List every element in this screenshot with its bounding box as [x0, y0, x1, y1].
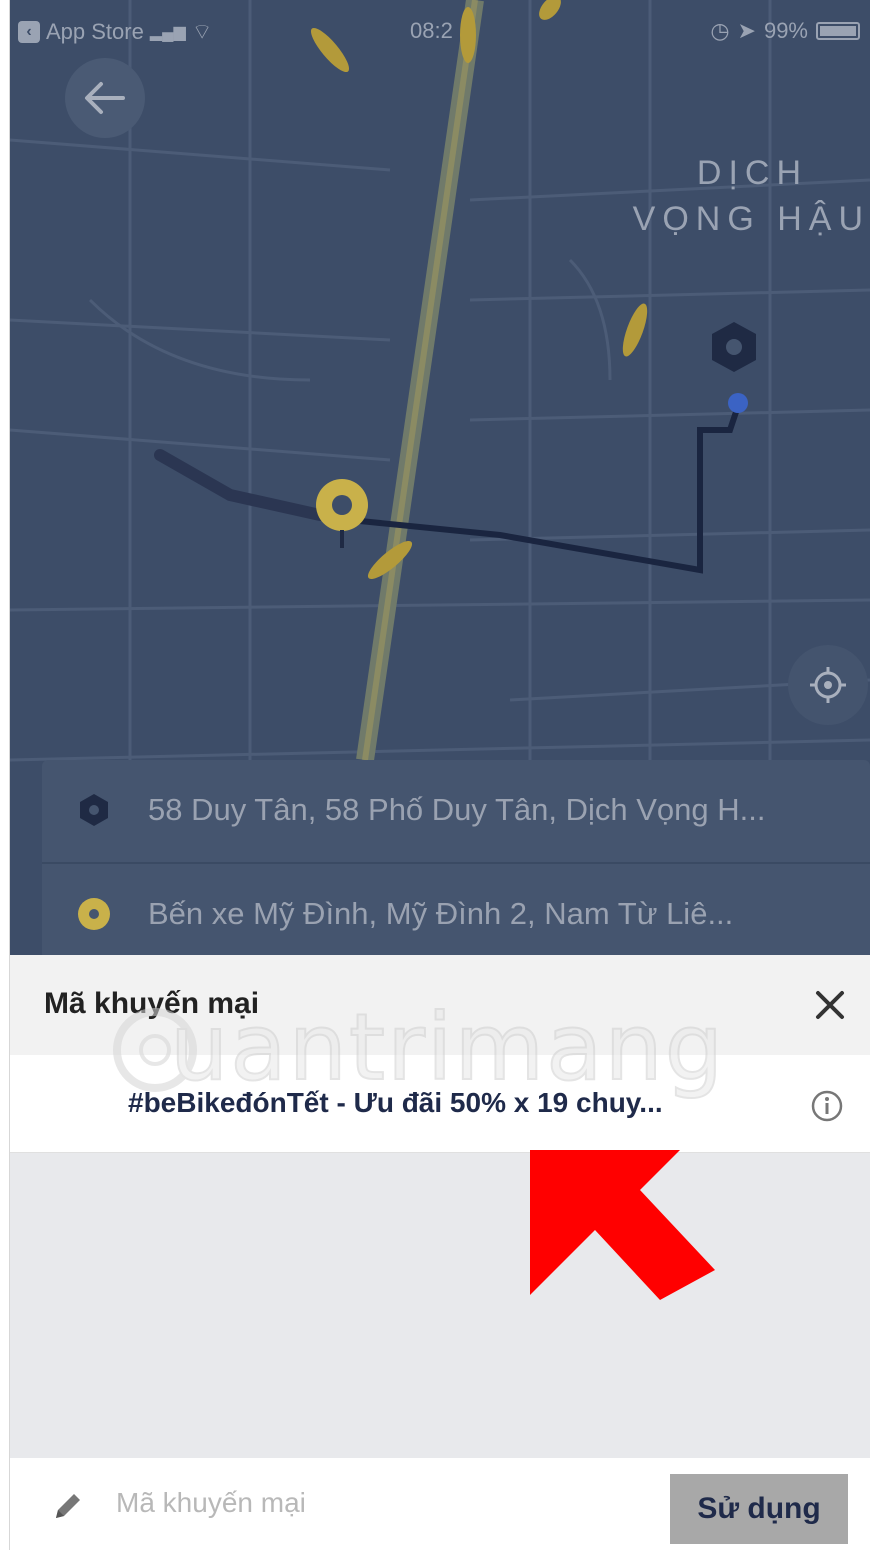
signal-icon: ▂▄▆: [149, 24, 186, 41]
battery-percent: 99%: [763, 18, 808, 43]
red-annotation-arrow-icon: [530, 1150, 715, 1300]
promo-sheet-header: Mã khuyến mại: [10, 955, 870, 1055]
promo-input-bar: Sử dụng: [10, 1458, 870, 1550]
alarm-icon: ◷: [710, 18, 730, 43]
destination-address: Bến xe Mỹ Đình, Mỹ Đình 2, Nam Từ Liê...: [148, 896, 734, 931]
left-edge-border: [0, 0, 10, 1550]
promo-item-label: #beBikeđónTết - Ưu đãi 50% x 19 chuy...: [128, 1087, 663, 1118]
district-label: DỊCH VỌNG HẬU: [633, 150, 870, 242]
wifi-icon: ⌔: [191, 19, 213, 44]
pickup-row[interactable]: 58 Duy Tân, 58 Phố Duy Tân, Dịch Vọng H.…: [42, 760, 870, 860]
close-icon[interactable]: [810, 985, 850, 1025]
pencil-icon: [56, 1494, 80, 1518]
clock: 08:2: [410, 18, 453, 43]
back-to-app-store[interactable]: ‹ App Store ▂▄▆ ⌔: [18, 18, 212, 46]
back-chevron-icon: ‹: [18, 21, 40, 43]
promo-list-item[interactable]: #beBikeđónTết - Ưu đãi 50% x 19 chuy...: [10, 1055, 870, 1153]
promo-code-input[interactable]: [114, 1478, 634, 1528]
district-line2: VỌNG HẬU: [632, 200, 870, 238]
pickup-address: 58 Duy Tân, 58 Phố Duy Tân, Dịch Vọng H.…: [148, 792, 766, 827]
promo-list-empty-area: [10, 1153, 870, 1458]
promo-sheet: Mã khuyến mại #beBikeđónTết - Ưu đãi 50%…: [10, 955, 870, 1550]
destination-pin-icon: [78, 898, 110, 930]
destination-row[interactable]: Bến xe Mỹ Đình, Mỹ Đình 2, Nam Từ Liê...: [42, 864, 870, 955]
use-promo-button[interactable]: Sử dụng: [670, 1474, 848, 1544]
crosshair-icon: [810, 667, 846, 703]
battery-icon: [816, 22, 860, 40]
app-store-label: App Store: [46, 19, 144, 44]
map-view[interactable]: DỊCH VỌNG HẬU 58 Duy Tân, 58 Phố Duy Tân…: [10, 0, 870, 955]
pickup-pin-icon: [80, 794, 108, 826]
district-line1: DỊCH: [696, 154, 808, 192]
promo-sheet-title: Mã khuyến mại: [44, 987, 260, 1020]
my-location-button[interactable]: [788, 645, 868, 725]
back-button[interactable]: [65, 58, 145, 138]
address-card: 58 Duy Tân, 58 Phố Duy Tân, Dịch Vọng H.…: [42, 760, 870, 955]
info-icon[interactable]: [810, 1089, 844, 1123]
location-arrow-icon: ➤: [737, 18, 756, 43]
arrow-left-icon: [85, 82, 125, 114]
battery-area: ◷ ➤ 99%: [710, 18, 860, 44]
status-bar: ‹ App Store ▂▄▆ ⌔ 08:2 ◷ ➤ 99%: [10, 12, 870, 52]
